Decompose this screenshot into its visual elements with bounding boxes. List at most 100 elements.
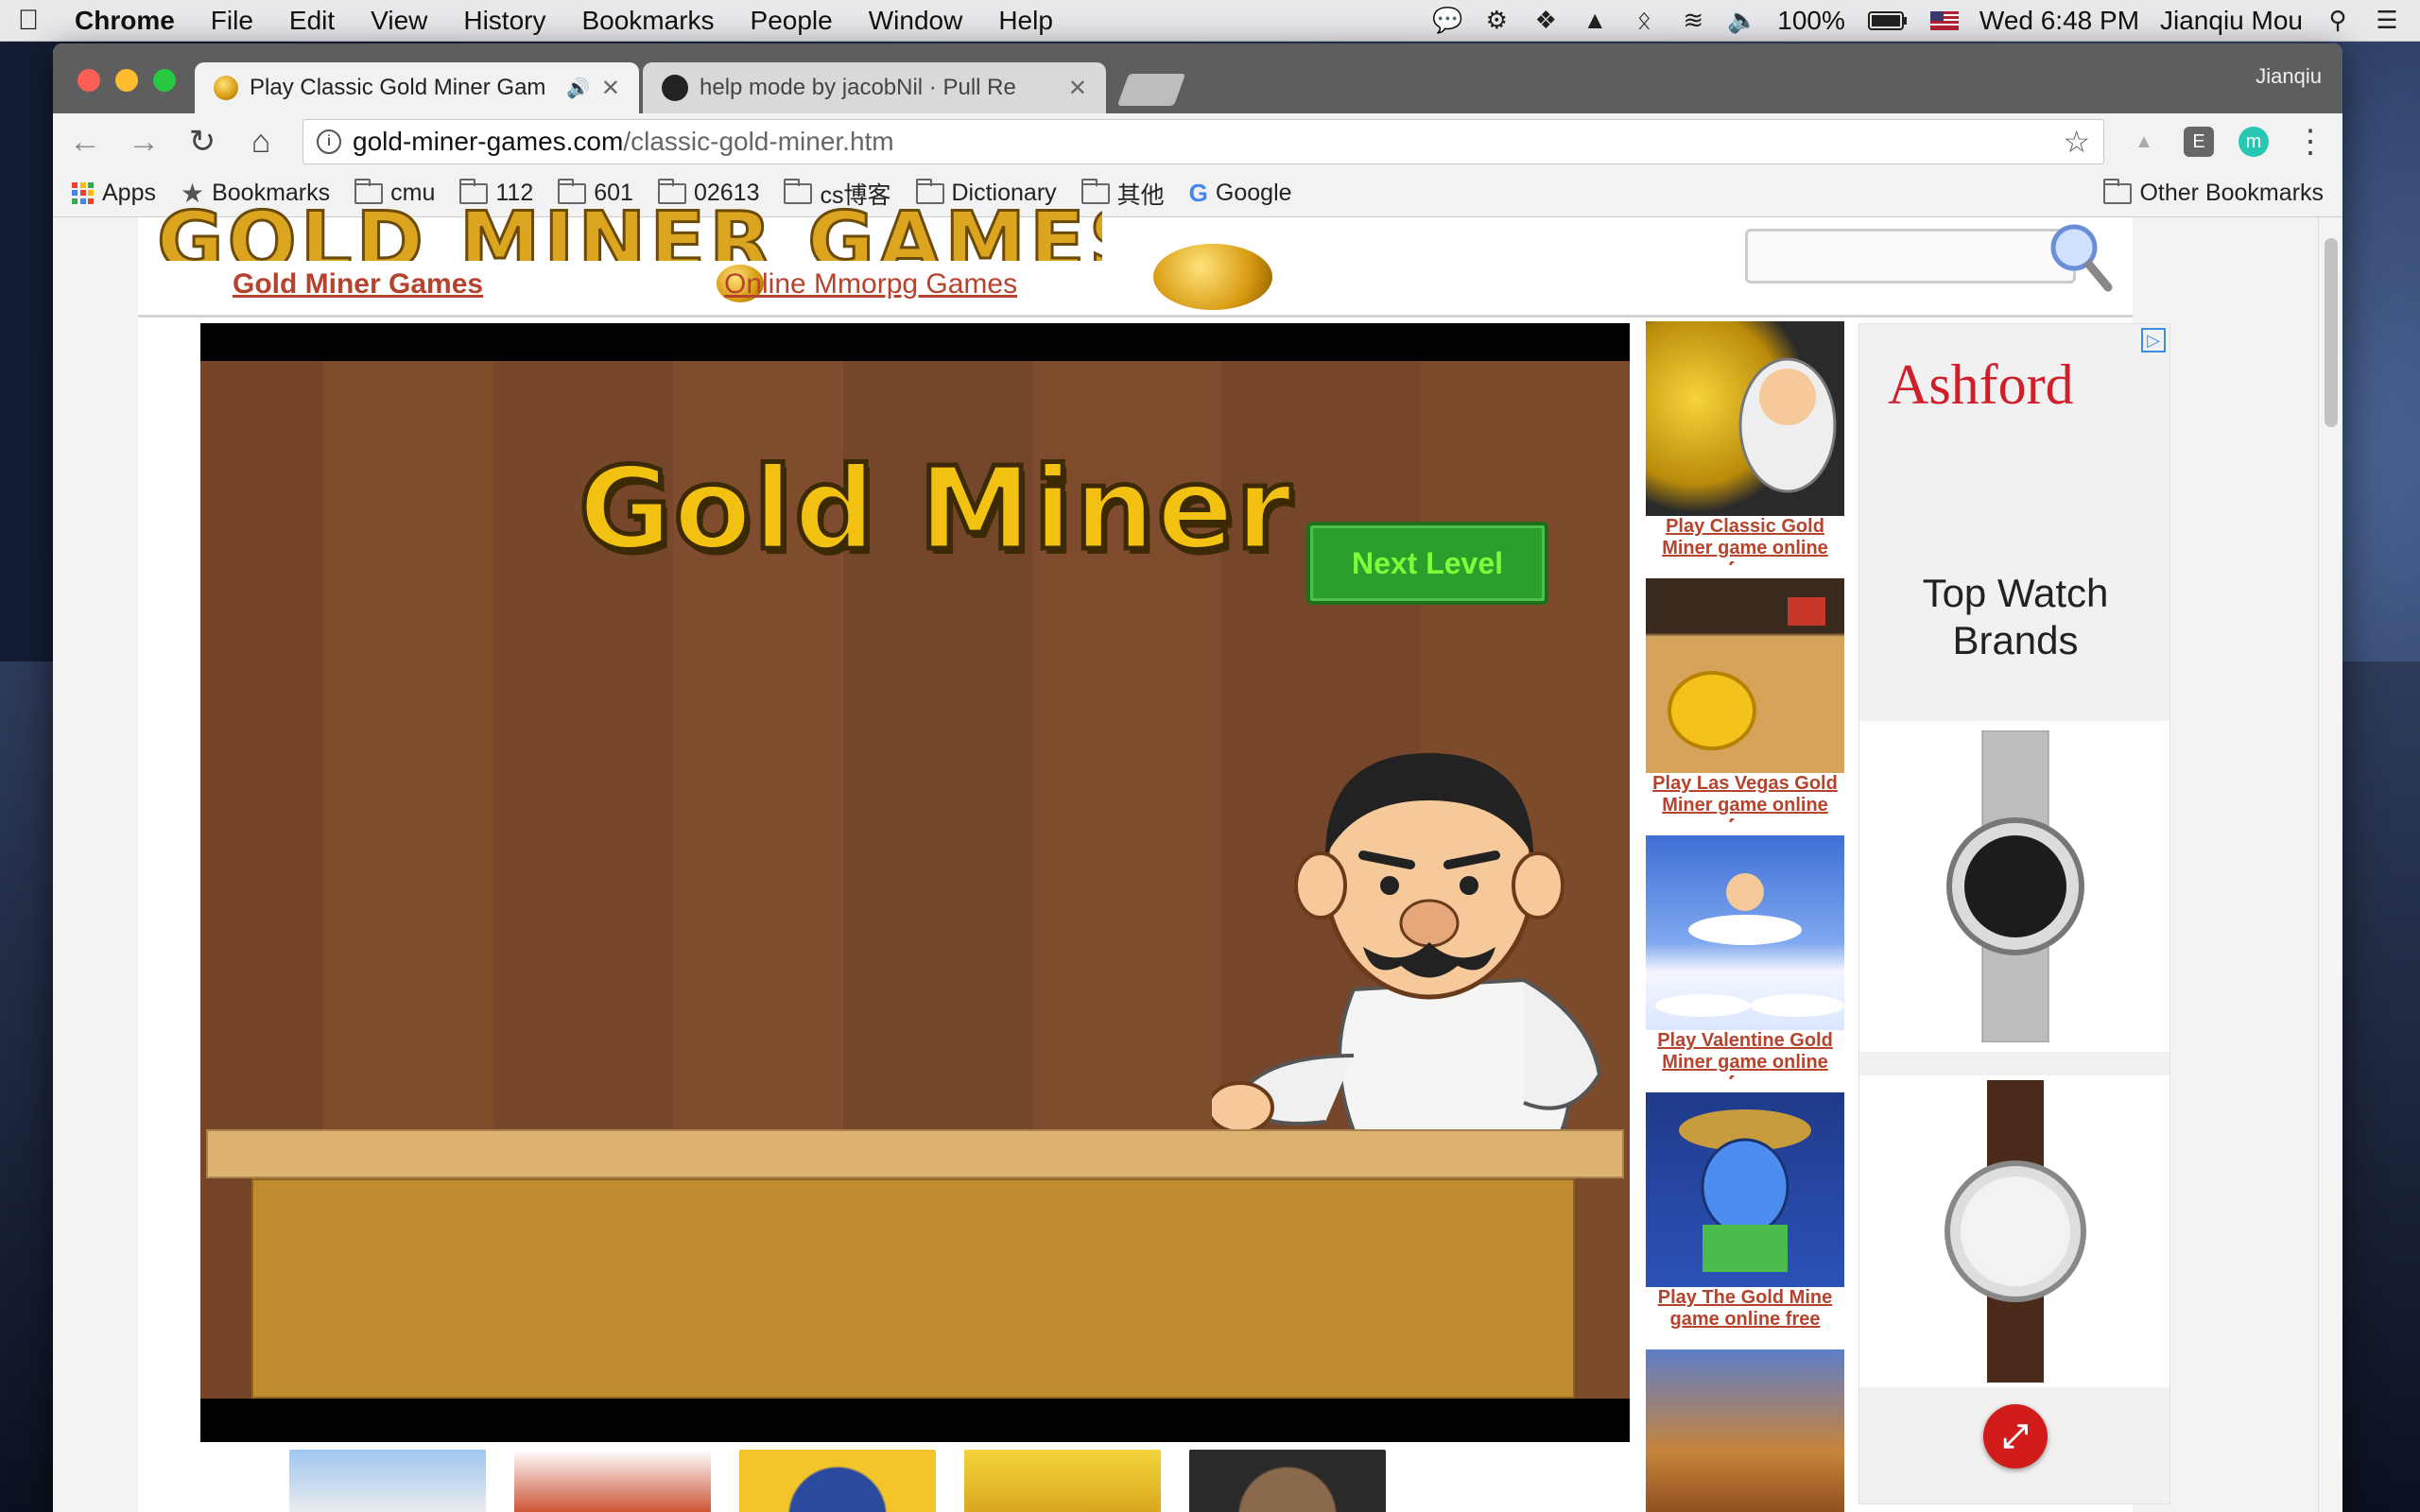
back-arrow-icon[interactable]: ← [68, 124, 102, 161]
site-content: GOLD MINER GAMES Gold Miner Games Online… [138, 195, 2170, 1512]
zoom-window-button[interactable] [153, 69, 176, 92]
menu-bookmarks[interactable]: Bookmarks [563, 6, 732, 36]
game-thumbnail-image[interactable] [1189, 1450, 1386, 1512]
page-scrollbar[interactable] [2318, 217, 2342, 1512]
menu-window[interactable]: Window [851, 6, 981, 36]
spotlight-search-icon[interactable]: ⚲ [2324, 6, 2352, 35]
bookmark-label: 其他 [1116, 181, 1165, 209]
drive-extension-icon[interactable]: ▲ [2129, 127, 2159, 157]
nav-link-online-mmorpg-games[interactable]: Online Mmorpg Games [724, 268, 1017, 301]
volume-icon[interactable]: 🔈 [1727, 6, 1757, 35]
ad-choices-icon[interactable]: ▷ [2141, 328, 2166, 352]
chrome-menu-icon[interactable]: ⋮ [2293, 123, 2327, 161]
game-link[interactable]: Play The Gold Mine game online free [1646, 1287, 1844, 1336]
game-thumbnail-image[interactable] [1646, 321, 1844, 516]
menubar-clock[interactable]: Wed 6:48 PM [1979, 6, 2139, 36]
battery-icon[interactable] [1866, 7, 1910, 35]
bluetooth-icon[interactable]: ᛟ [1630, 6, 1658, 35]
speaker-icon[interactable]: 🔊 [566, 77, 590, 100]
menu-history[interactable]: History [445, 6, 563, 36]
list-item[interactable] [1646, 1349, 1844, 1512]
scrollbar-thumb[interactable] [2325, 238, 2338, 427]
dropbox-icon[interactable]: ❖ [1531, 6, 1560, 35]
menubar-user[interactable]: Jianqiu Mou [2160, 6, 2303, 36]
game-frame[interactable]: Gold Miner Next Level [200, 323, 1630, 1442]
watch-image[interactable] [1859, 721, 2169, 1052]
next-level-button[interactable]: Next Level [1306, 522, 1548, 605]
search-icon[interactable] [2048, 221, 2114, 293]
new-tab-button[interactable] [1116, 74, 1186, 106]
profile-name[interactable]: Jianqiu [2256, 64, 2322, 89]
menu-edit[interactable]: Edit [271, 6, 353, 36]
ad-headline[interactable]: Top Watch Brands [1859, 570, 2169, 664]
miner-character-image [1212, 752, 1602, 1134]
game-thumbnail-image[interactable] [739, 1450, 936, 1512]
bookmark-label: Apps [102, 180, 156, 206]
evernote-extension-icon[interactable]: E [2184, 127, 2214, 157]
tab-title: Play Classic Gold Miner Gam [250, 75, 546, 100]
home-icon[interactable]: ⌂ [244, 124, 278, 161]
us-flag-icon[interactable] [1929, 7, 1959, 35]
list-item[interactable]: Play Las Vegas Gold Miner game online fr… [1646, 578, 1844, 822]
bookmark-apps[interactable]: Apps [72, 180, 156, 207]
close-tab-icon[interactable]: ✕ [601, 75, 620, 102]
game-thumbnail-image[interactable] [964, 1450, 1161, 1512]
menu-help[interactable]: Help [980, 6, 1071, 36]
site-logo[interactable]: GOLD MINER GAMES [157, 195, 1102, 261]
gold-nugget-favicon-icon [214, 76, 238, 100]
nav-link-gold-miner-games[interactable]: Gold Miner Games [233, 268, 483, 301]
bookmark-label: Other Bookmarks [2139, 180, 2324, 206]
game-thumbnail-image[interactable] [514, 1450, 711, 1512]
notification-center-icon[interactable]: ☰ [2373, 6, 2401, 35]
folder-icon [2103, 178, 2133, 204]
game-thumbnail-image[interactable] [1646, 578, 1844, 773]
close-tab-icon[interactable]: ✕ [1068, 75, 1087, 102]
game-stage[interactable]: Gold Miner Next Level [200, 361, 1630, 1399]
address-bar[interactable]: i gold-miner-games.com/classic-gold-mine… [302, 119, 2104, 164]
list-item[interactable]: Play Classic Gold Miner game online free [1646, 321, 1844, 565]
sync-icon[interactable]: ⚙ [1482, 6, 1511, 35]
tab-gold-miner[interactable]: Play Classic Gold Miner Gam 🔊 ✕ [195, 62, 639, 113]
menu-people[interactable]: People [733, 6, 851, 36]
bookmark-google[interactable]: G Google [1189, 179, 1292, 208]
menu-file[interactable]: File [193, 6, 271, 36]
site-header: GOLD MINER GAMES Gold Miner Games Online… [138, 195, 2133, 318]
wifi-icon[interactable]: ≋ [1679, 6, 1707, 35]
menu-view[interactable]: View [353, 6, 445, 36]
menu-app-name[interactable]: Chrome [57, 6, 193, 36]
game-thumbnail-image[interactable] [1646, 1092, 1844, 1287]
game-thumbnail-image[interactable] [1646, 835, 1844, 1030]
related-games-list: Play Classic Gold Miner game online free… [1646, 321, 1844, 1512]
close-window-button[interactable] [78, 69, 100, 92]
watch-image[interactable] [1859, 1075, 2169, 1387]
advertisement[interactable]: ▷ Ashford Top Watch Brands [1858, 323, 2170, 1504]
apps-grid-icon [72, 181, 95, 205]
info-icon[interactable]: i [317, 129, 341, 154]
mercury-extension-icon[interactable]: m [2238, 127, 2269, 157]
game-thumbnail-image[interactable] [1646, 1349, 1844, 1512]
page-viewport: GOLD MINER GAMES Gold Miner Games Online… [53, 195, 2342, 1512]
minimize-window-button[interactable] [115, 69, 138, 92]
site-search-input[interactable] [1745, 229, 2076, 284]
game-thumbnail-image[interactable] [289, 1450, 486, 1512]
ad-brand-logo[interactable]: Ashford [1888, 352, 2074, 418]
forward-arrow-icon[interactable]: → [127, 124, 161, 161]
game-link[interactable]: Play Classic Gold Miner game online free [1646, 516, 1844, 565]
mac-menubar:  Chrome File Edit View History Bookmark… [0, 0, 2420, 42]
ad-headline-line: Top Watch [1922, 571, 2109, 615]
list-item[interactable]: Play The Gold Mine game online free [1646, 1092, 1844, 1336]
apple-icon[interactable]:  [0, 5, 57, 37]
window-controls [78, 69, 176, 92]
game-link[interactable]: Play Las Vegas Gold Miner game online fr… [1646, 773, 1844, 822]
bookmark-label: Google [1215, 180, 1292, 206]
other-bookmarks-folder[interactable]: Other Bookmarks [2103, 178, 2324, 207]
bookmark-star-icon[interactable]: ☆ [2063, 124, 2090, 160]
google-drive-icon[interactable]: ▲ [1581, 6, 1609, 35]
expand-icon[interactable]: ⤢ [1983, 1404, 2048, 1469]
reload-icon[interactable]: ↻ [185, 123, 219, 161]
url-path: /classic-gold-miner.htm [623, 127, 894, 156]
game-link[interactable]: Play Valentine Gold Miner game online fr… [1646, 1030, 1844, 1079]
wechat-icon[interactable]: 💬 [1432, 6, 1462, 35]
list-item[interactable]: Play Valentine Gold Miner game online fr… [1646, 835, 1844, 1079]
tab-github-pr[interactable]: help mode by jacobNil · Pull Re ✕ [643, 62, 1106, 113]
